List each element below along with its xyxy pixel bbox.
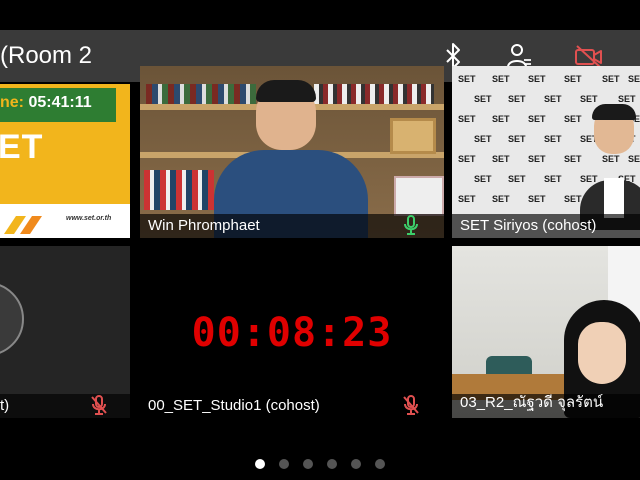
participant-name: 03_R2_ณัฐวดี จุลรัตน์: [460, 394, 604, 411]
page-dot[interactable]: [327, 458, 337, 469]
set-logo: SET: [602, 154, 620, 164]
set-logo: SET: [492, 114, 510, 124]
set-logo: SET: [458, 194, 476, 204]
set-logo: SET: [602, 74, 620, 84]
set-logo: SET: [564, 194, 582, 204]
set-logo: SET: [544, 174, 562, 184]
set-logo: SET: [492, 194, 510, 204]
set-logo: SET: [458, 74, 476, 84]
page-dot[interactable]: [351, 458, 361, 469]
set-logo: SET: [508, 94, 526, 104]
set-logo: SET: [508, 174, 526, 184]
set-logo: SET: [528, 154, 546, 164]
set-logo: SET: [458, 114, 476, 124]
set-logo: SET: [492, 154, 510, 164]
set-logo: SET: [564, 154, 582, 164]
participant-name: SET Siriyos (cohost): [460, 217, 597, 234]
video-tile-win-phromphaet[interactable]: Win Phromphaet: [140, 66, 444, 238]
set-logo: SET: [528, 114, 546, 124]
participant-name: t): [0, 397, 10, 414]
set-logo: SET: [564, 74, 582, 84]
page-indicator[interactable]: [0, 455, 640, 469]
mic-muted-icon: [403, 395, 419, 415]
video-tile-participant-left[interactable]: t): [0, 246, 130, 418]
set-logo: SET: [564, 114, 582, 124]
meeting-title: (Room 2: [0, 42, 93, 69]
set-logo: SET: [628, 74, 640, 84]
set-logo: SET: [528, 74, 546, 84]
set-logo: SET: [474, 94, 492, 104]
page-dot[interactable]: [375, 458, 385, 469]
set-logo: SET: [474, 174, 492, 184]
mic-on-icon: [404, 215, 418, 235]
countdown-timer: 00:08:23: [191, 310, 393, 356]
slide-big-text: ET: [0, 128, 44, 166]
slide-share-tile[interactable]: ne: 05:41:11 ET www.set.or.th: [0, 84, 130, 238]
set-logo: SET: [618, 94, 636, 104]
mic-muted-icon: [91, 395, 107, 415]
status-bar: [0, 0, 640, 30]
set-logo: SET: [580, 94, 598, 104]
participant-name: Win Phromphaet: [148, 217, 260, 234]
set-logo: SET: [508, 134, 526, 144]
set-logo: SET: [544, 134, 562, 144]
page-dot[interactable]: [303, 458, 313, 469]
set-logo: SET: [492, 74, 510, 84]
video-tile-03-r2[interactable]: 03_R2_ณัฐวดี จุลรัตน์: [452, 246, 640, 418]
person-face: [578, 322, 626, 384]
set-logo: SET: [544, 94, 562, 104]
video-tile-set-siriyos[interactable]: SETSETSETSETSETSETSETSETSETSETSETSETSETS…: [452, 66, 640, 238]
set-logo: SET: [474, 134, 492, 144]
slide-stripes-icon: [4, 216, 42, 234]
slide-url: www.set.or.th: [66, 215, 112, 222]
slide-time-label: ne: 05:41:11: [0, 94, 92, 111]
set-logo: SET: [628, 154, 640, 164]
set-logo: SET: [458, 154, 476, 164]
page-dot[interactable]: [279, 458, 289, 469]
set-logo: SET: [580, 174, 598, 184]
avatar: [0, 282, 24, 356]
set-logo: SET: [528, 194, 546, 204]
video-tile-studio1[interactable]: 00:08:23 00_SET_Studio1 (cohost): [140, 246, 444, 418]
participant-name: 00_SET_Studio1 (cohost): [148, 397, 320, 414]
page-dot[interactable]: [255, 458, 265, 469]
